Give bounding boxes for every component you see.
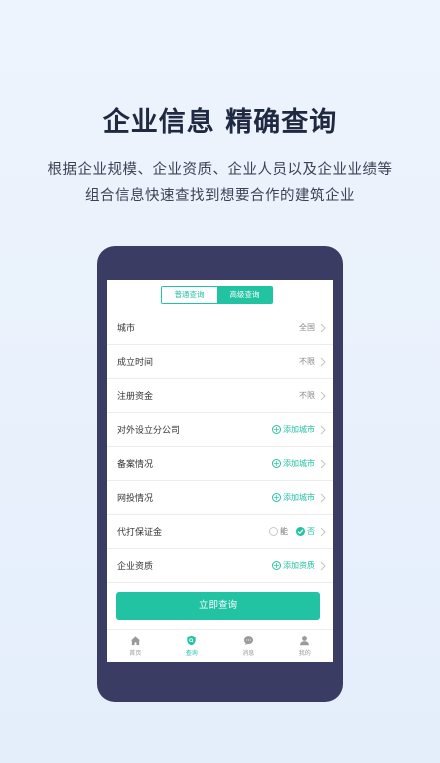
filter-row-qualification[interactable]: 企业资质 + 添加资质 [107, 549, 333, 583]
add-city-button[interactable]: + 添加城市 [272, 424, 315, 435]
chevron-right-icon [320, 425, 326, 434]
search-shield-icon [187, 635, 196, 646]
chevron-right-icon [320, 323, 326, 332]
phone-frame: 普通查询 高级查询 城市 全国 成立时间 不限 注册资金 不限 对外设立分公司 … [97, 246, 343, 702]
plus-circle-icon: + [272, 561, 281, 570]
filter-label: 对外设立分公司 [117, 426, 181, 436]
filter-label: 网投情况 [117, 494, 154, 504]
plus-circle-icon: + [272, 425, 281, 434]
filter-list: 城市 全国 成立时间 不限 注册资金 不限 对外设立分公司 + 添加城市 备案情… [107, 311, 333, 583]
filter-row-founded[interactable]: 成立时间 不限 [107, 345, 333, 379]
radio-yes[interactable] [269, 527, 278, 536]
radio-yes-label: 能 [280, 527, 288, 536]
add-label: 添加城市 [283, 425, 315, 434]
subtitle-line-2: 组合信息快速查找到想要合作的建筑企业 [85, 188, 355, 204]
message-icon [243, 636, 253, 646]
user-icon [300, 636, 310, 646]
query-now-button[interactable]: 立即查询 [116, 592, 320, 620]
add-label: 添加城市 [283, 459, 315, 468]
headline: 企业信息 精确查询 [102, 107, 338, 138]
filter-label: 城市 [117, 324, 136, 334]
plus-circle-icon: + [272, 459, 281, 468]
filter-value: 不限 [299, 357, 315, 366]
filter-row-branch[interactable]: 对外设立分公司 + 添加城市 [107, 413, 333, 447]
filter-label: 代打保证金 [117, 528, 163, 538]
tab-query[interactable]: 查询 [164, 630, 221, 662]
filter-label: 注册资金 [117, 392, 154, 402]
add-city-button[interactable]: + 添加城市 [272, 492, 315, 503]
tab-home[interactable]: 首页 [107, 630, 164, 662]
filter-value: 不限 [299, 391, 315, 400]
chevron-right-icon [320, 459, 326, 468]
bottom-tab-bar: 首页 查询 消息 我的 [107, 629, 333, 662]
tab-label: 首页 [129, 650, 142, 657]
deposit-radio-group: 能 否 [269, 526, 315, 537]
add-qualification-button[interactable]: + 添加资质 [272, 560, 315, 571]
tab-label: 消息 [242, 650, 255, 657]
phone-screen: 普通查询 高级查询 城市 全国 成立时间 不限 注册资金 不限 对外设立分公司 … [107, 280, 333, 662]
filter-row-filing[interactable]: 备案情况 + 添加城市 [107, 447, 333, 481]
query-mode-toggle: 普通查询 高级查询 [161, 286, 273, 304]
tab-normal-query[interactable]: 普通查询 [162, 287, 217, 303]
chevron-right-icon [320, 391, 326, 400]
tab-profile[interactable]: 我的 [277, 630, 334, 662]
tab-advanced-query[interactable]: 高级查询 [217, 287, 272, 303]
chevron-right-icon [320, 527, 326, 536]
chevron-right-icon [320, 493, 326, 502]
tab-label: 查询 [185, 650, 198, 657]
home-icon [130, 636, 140, 646]
tab-messages[interactable]: 消息 [220, 630, 277, 662]
subtitle-line-1: 根据企业规模、企业资质、企业人员以及企业业绩等 [47, 162, 393, 178]
plus-circle-icon: + [272, 493, 281, 502]
filter-label: 企业资质 [117, 562, 154, 572]
chevron-right-icon [320, 357, 326, 366]
filter-value: 全国 [299, 323, 315, 332]
filter-row-deposit: 代打保证金 能 否 [107, 515, 333, 549]
check-icon [297, 529, 304, 535]
add-city-button[interactable]: + 添加城市 [272, 458, 315, 469]
filter-row-city[interactable]: 城市 全国 [107, 311, 333, 345]
tab-label: 我的 [298, 650, 311, 657]
chevron-right-icon [320, 561, 326, 570]
filter-row-online-bid[interactable]: 网投情况 + 添加城市 [107, 481, 333, 515]
radio-no[interactable] [296, 527, 305, 536]
radio-no-label: 否 [307, 527, 315, 536]
add-label: 添加资质 [283, 561, 315, 570]
filter-label: 备案情况 [117, 460, 154, 470]
filter-label: 成立时间 [117, 358, 154, 368]
add-label: 添加城市 [283, 493, 315, 502]
filter-row-capital[interactable]: 注册资金 不限 [107, 379, 333, 413]
